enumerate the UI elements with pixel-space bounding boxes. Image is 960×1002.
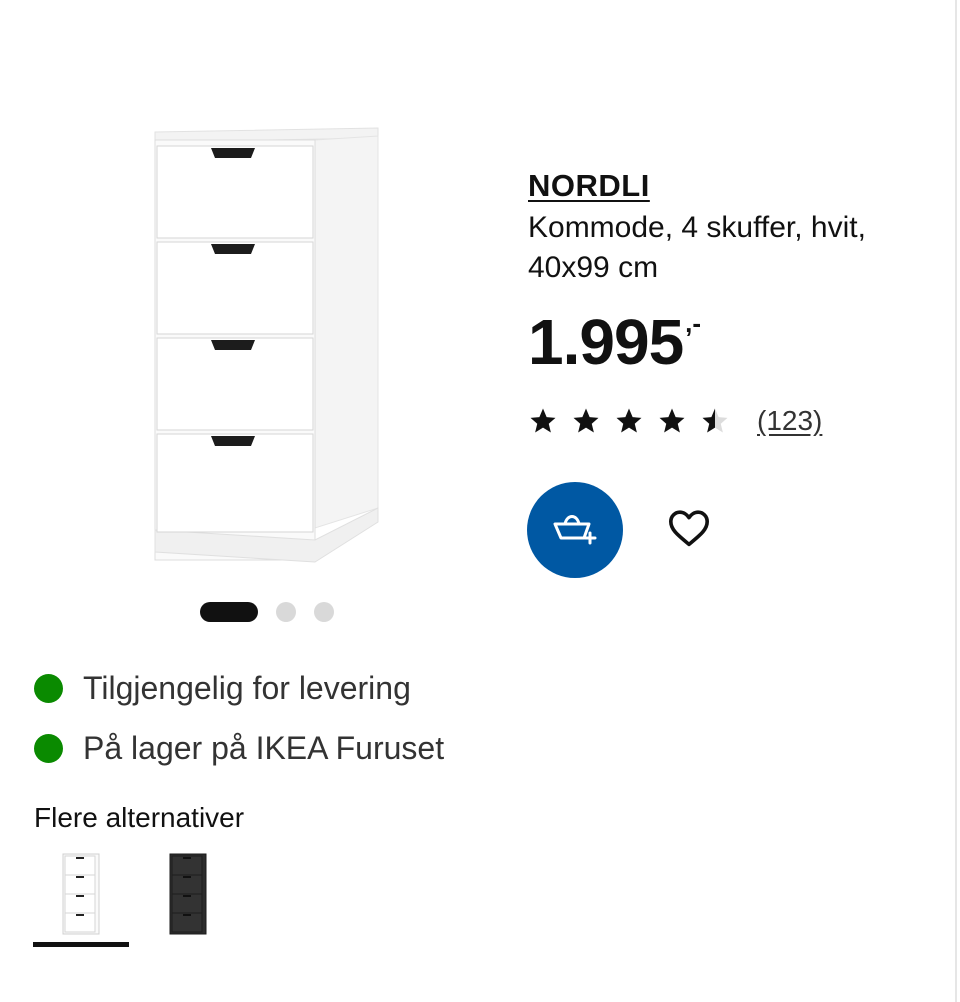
rating[interactable]: (123) bbox=[528, 405, 822, 437]
availability-text: Tilgjengelig for levering bbox=[83, 670, 411, 706]
variant-thumbnail-black[interactable] bbox=[140, 850, 236, 946]
add-to-cart-button[interactable] bbox=[527, 482, 623, 578]
in-stock-indicator bbox=[34, 734, 63, 763]
product-description: Kommode, 4 skuffer, hvit, 40x99 cm bbox=[528, 211, 866, 284]
cart-add-icon bbox=[551, 508, 599, 553]
review-count-link[interactable]: (123) bbox=[757, 405, 822, 437]
product-info: NORDLI Kommode, 4 skuffer, hvit, 40x99 c… bbox=[528, 168, 928, 374]
product-image[interactable] bbox=[110, 110, 400, 580]
availability-store[interactable]: På lager på IKEA Furuset bbox=[34, 730, 444, 767]
carousel-dot[interactable] bbox=[314, 602, 334, 622]
star-icon bbox=[528, 406, 558, 436]
price-value: 1.995 bbox=[528, 306, 684, 378]
image-carousel-indicator bbox=[200, 602, 352, 622]
favourite-button[interactable] bbox=[664, 506, 714, 554]
star-icon bbox=[657, 406, 687, 436]
star-half-icon bbox=[700, 406, 730, 436]
carousel-dot[interactable] bbox=[276, 602, 296, 622]
variant-thumbnail-white[interactable] bbox=[33, 850, 129, 946]
selected-variant-indicator bbox=[33, 942, 129, 947]
price-suffix: ,- bbox=[685, 308, 702, 338]
star-icon bbox=[571, 406, 601, 436]
variants-title: Flere alternativer bbox=[34, 802, 245, 833]
page-edge bbox=[955, 0, 957, 1002]
heart-outline-icon bbox=[667, 508, 711, 553]
availability-delivery: Tilgjengelig for levering bbox=[34, 670, 411, 707]
price: 1.995 ,- bbox=[528, 310, 928, 374]
carousel-dot-active[interactable] bbox=[200, 602, 258, 622]
product-name-link[interactable]: NORDLI bbox=[528, 168, 650, 204]
availability-text: På lager på IKEA Furuset bbox=[83, 730, 445, 766]
star-icon bbox=[614, 406, 644, 436]
in-stock-indicator bbox=[34, 674, 63, 703]
